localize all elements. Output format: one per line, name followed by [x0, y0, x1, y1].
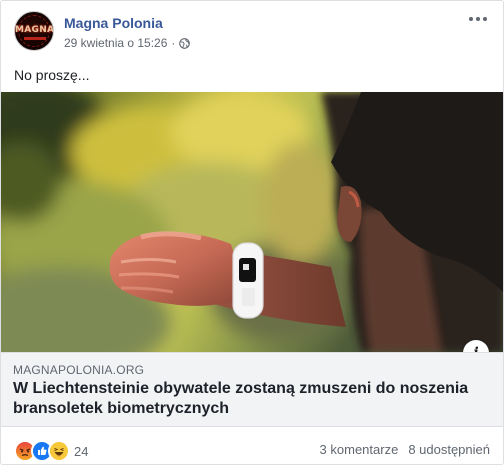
more-dot — [483, 17, 487, 21]
shares-count-link[interactable]: 8 udostępnień — [408, 442, 490, 457]
post-body-text: No proszę... — [14, 67, 90, 83]
avatar-logo-bar — [24, 37, 46, 40]
link-preview-image[interactable] — [1, 92, 503, 352]
more-options-icon[interactable] — [465, 11, 491, 27]
page-avatar[interactable]: MAGNA — [14, 11, 54, 51]
link-title[interactable]: W Liechtensteinie obywatele zostaną zmus… — [13, 379, 483, 419]
meta-separator: · — [171, 36, 176, 50]
avatar-logo-text: MAGNA — [15, 25, 54, 35]
post-meta: 29 kwietnia o 15:26 · — [64, 36, 191, 50]
photo-wrist-band — [1, 92, 503, 352]
link-preview-caption[interactable]: MAGNAPOLONIA.ORG W Liechtensteinie obywa… — [1, 352, 503, 427]
globe-icon[interactable] — [179, 37, 191, 49]
more-dot — [476, 17, 480, 21]
engagement-stats: 3 komentarze 8 udostępnień — [320, 442, 490, 457]
page-name-link[interactable]: Magna Polonia — [64, 15, 163, 31]
post-timestamp[interactable]: 29 kwietnia o 15:26 — [64, 36, 167, 50]
post-footer: 24 3 komentarze 8 udostępnień — [1, 427, 503, 464]
feed-post: MAGNA Magna Polonia 29 kwietnia o 15:26 … — [0, 0, 504, 465]
reaction-summary[interactable]: 24 — [14, 440, 88, 462]
post-header: MAGNA Magna Polonia 29 kwietnia o 15:26 … — [1, 1, 503, 61]
haha-reaction-icon — [48, 440, 70, 462]
comments-count-link[interactable]: 3 komentarze — [320, 442, 399, 457]
link-domain: MAGNAPOLONIA.ORG — [13, 363, 145, 377]
reaction-count: 24 — [74, 443, 89, 459]
more-dot — [469, 17, 473, 21]
